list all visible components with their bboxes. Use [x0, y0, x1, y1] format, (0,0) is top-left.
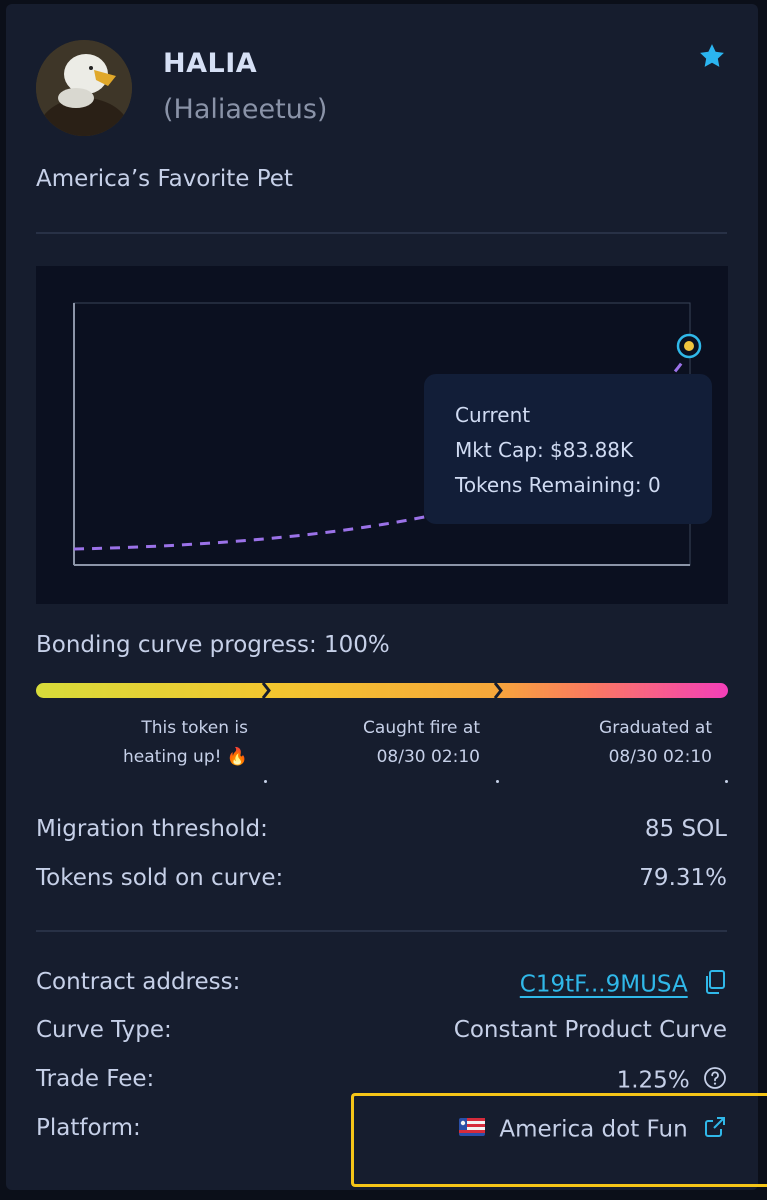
milestone-heating-title: This token is	[141, 718, 248, 738]
token-name: (Haliaeetus)	[163, 94, 328, 125]
chart-tooltip: Current Mkt Cap: $83.88K Tokens Remainin…	[424, 374, 712, 524]
milestone-marker	[725, 780, 728, 783]
curve-type-value: Constant Product Curve	[453, 1017, 727, 1043]
milestone-graduated-title: Graduated at	[599, 718, 712, 738]
favorite-star-icon[interactable]	[698, 42, 726, 70]
contract-address-link[interactable]: C19tF...9MUSA	[520, 972, 688, 998]
help-icon[interactable]	[703, 1066, 727, 1096]
milestone-heating-subtitle: heating up! 🔥	[123, 747, 248, 767]
divider	[36, 930, 727, 932]
contract-address-row: C19tF...9MUSA	[520, 969, 727, 1001]
tooltip-tokens-remaining: Tokens Remaining: 0	[455, 473, 661, 497]
trade-fee-label: Trade Fee:	[36, 1066, 155, 1092]
milestone-caught-fire: Caught fire at 08/30 02:10	[330, 714, 480, 772]
token-description: America’s Favorite Pet	[36, 166, 293, 192]
milestone-marker	[264, 780, 267, 783]
platform-highlight-box	[351, 1093, 767, 1187]
tokens-sold-value: 79.31%	[639, 865, 727, 891]
milestone-caught-fire-time: 08/30 02:10	[376, 747, 480, 767]
milestone-graduated: Graduated at 08/30 02:10	[562, 714, 712, 772]
copy-icon[interactable]	[703, 969, 727, 1001]
trade-fee-row: 1.25%	[617, 1066, 727, 1096]
contract-address-label: Contract address:	[36, 969, 241, 995]
current-point	[684, 341, 694, 351]
tooltip-market-cap: Mkt Cap: $83.88K	[455, 438, 634, 462]
tooltip-title: Current	[455, 403, 531, 427]
milestone-heating: This token is heating up! 🔥	[98, 714, 248, 772]
milestone-marker	[496, 780, 499, 783]
bonding-curve-progress-label: Bonding curve progress: 100%	[36, 632, 390, 658]
trade-fee-value: 1.25%	[616, 1067, 690, 1094]
token-symbol: HALIA	[163, 48, 258, 79]
migration-threshold-value: 85 SOL	[644, 816, 727, 842]
token-avatar	[36, 40, 132, 136]
migration-threshold-label: Migration threshold:	[36, 816, 268, 842]
milestone-graduated-time: 08/30 02:10	[608, 747, 712, 767]
bonding-curve-progress-bar	[36, 683, 728, 698]
tokens-sold-label: Tokens sold on curve:	[36, 865, 284, 891]
platform-label: Platform:	[36, 1115, 141, 1141]
curve-type-label: Curve Type:	[36, 1017, 172, 1043]
progress-fill	[36, 683, 728, 698]
milestone-caught-fire-title: Caught fire at	[363, 718, 480, 738]
divider	[36, 232, 727, 234]
